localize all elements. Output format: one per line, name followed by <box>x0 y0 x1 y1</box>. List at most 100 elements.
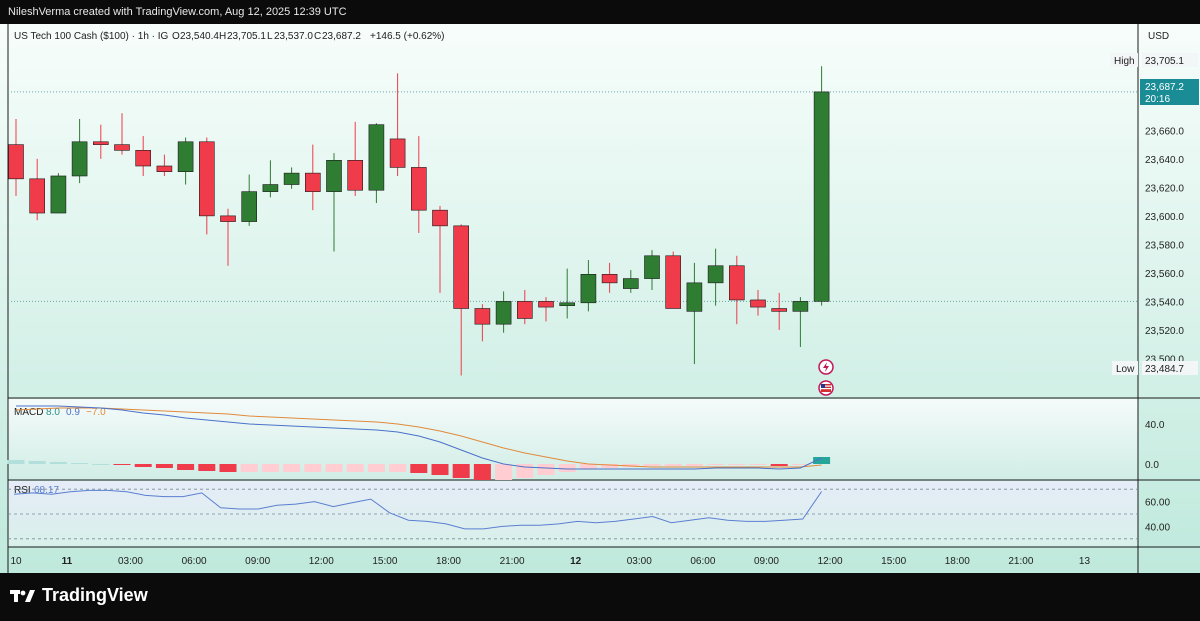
macd-histogram-bar <box>537 464 555 475</box>
time-tick-label: 09:00 <box>754 556 779 567</box>
lightning-event-icon[interactable] <box>818 359 834 375</box>
macd-histogram-bar <box>643 464 661 466</box>
macd-histogram-bar <box>431 464 449 475</box>
macd-histogram-bar <box>134 464 152 467</box>
last-price-marker: 23,687.2 20:16 <box>1140 79 1199 105</box>
price-tick-label: 23,660.0 <box>1145 126 1184 137</box>
macd-histogram-bar <box>389 464 407 472</box>
time-tick-label: 06:00 <box>690 556 715 567</box>
candle-body <box>622 278 639 289</box>
symbol-label: US Tech 100 Cash ($100) · 1h · IG <box>14 31 169 42</box>
candle-body <box>304 172 321 192</box>
price-tick-label: 23,620.0 <box>1145 183 1184 194</box>
candle-body <box>29 178 46 214</box>
macd-histogram-bar <box>28 461 46 464</box>
price-tick-label: 23,560.0 <box>1145 269 1184 280</box>
ohlc-o-value: 23,540.4 <box>180 31 219 42</box>
macd-histogram-bar <box>240 464 258 472</box>
macd-histogram-bar <box>346 464 364 472</box>
time-tick-label: 11 <box>62 556 73 567</box>
time-tick-label: 21:00 <box>500 556 525 567</box>
ohlc-c-label: C <box>314 31 321 42</box>
ohlc-change: +146.5 (+0.62%) <box>370 31 445 42</box>
macd-histogram-bar <box>473 464 491 480</box>
candle-body <box>410 167 427 211</box>
time-tick-label: 18:00 <box>436 556 461 567</box>
time-tick-label: 12:00 <box>818 556 843 567</box>
candle-body <box>601 274 618 284</box>
last-price-value: 23,687.2 <box>1145 82 1184 93</box>
macd-value-2: 0.9 <box>66 407 80 418</box>
macd-histogram-bar <box>71 463 89 464</box>
macd-histogram-bar <box>304 464 322 472</box>
chart-header: US Tech 100 Cash ($100) · 1h · IG O 23,5… <box>14 31 445 42</box>
us-flag-event-icon[interactable] <box>818 380 834 396</box>
candle-body <box>728 265 745 301</box>
macd-histogram-bar <box>155 464 173 468</box>
rsi-tick-label: 60.00 <box>1145 498 1170 509</box>
candle-body <box>750 299 766 308</box>
brand-name: TradingView <box>42 585 148 605</box>
low-value: 23,484.7 <box>1145 364 1184 375</box>
macd-histogram-bar <box>325 464 343 472</box>
price-tick-label: 23,580.0 <box>1145 240 1184 251</box>
time-tick-label: 09:00 <box>245 556 270 567</box>
candle-body <box>283 172 300 185</box>
candle-body <box>50 175 67 214</box>
time-tick-label: 12:00 <box>309 556 334 567</box>
macd-histogram-bar <box>707 464 725 465</box>
time-tick-label: 10 <box>10 556 22 567</box>
time-tick-label: 21:00 <box>1008 556 1033 567</box>
macd-tick-label: 40.0 <box>1145 420 1165 431</box>
top-credit-bar: NileshVerma created with TradingView.com… <box>0 0 1200 24</box>
time-tick-label: 12 <box>570 556 582 567</box>
time-tick-label: 03:00 <box>118 556 143 567</box>
price-tick-label: 23,600.0 <box>1145 212 1184 223</box>
last-price-timer: 20:16 <box>1145 94 1170 105</box>
candle-body <box>538 301 554 308</box>
macd-histogram-bar <box>410 464 428 473</box>
time-tick-label: 15:00 <box>881 556 906 567</box>
price-tick-label: 23,640.0 <box>1145 155 1184 166</box>
ohlc-h-label: H <box>219 31 226 42</box>
candle-body <box>580 274 597 304</box>
macd-histogram-bar <box>177 464 195 470</box>
ohlc-h-value: 23,705.1 <box>227 31 266 42</box>
candle-body <box>792 301 809 312</box>
tradingview-logo[interactable]: TradingView <box>10 585 148 606</box>
candle-body <box>665 255 682 309</box>
macd-histogram-bar <box>198 464 216 471</box>
high-marker: High 23,705.1 <box>1110 53 1198 67</box>
ohlc-l-label: L <box>267 31 273 42</box>
macd-histogram-bar <box>728 464 746 465</box>
low-tag: Low <box>1116 364 1135 375</box>
macd-histogram-bar <box>7 460 25 464</box>
candle-body <box>177 141 194 173</box>
candle-body <box>686 282 703 312</box>
candle-body <box>241 191 257 222</box>
price-tick-label: 23,520.0 <box>1145 326 1184 337</box>
candle-body <box>516 301 533 319</box>
macd-histogram-bar <box>495 464 513 480</box>
high-value: 23,705.1 <box>1145 56 1184 67</box>
candle-body <box>474 308 491 325</box>
ohlc-c-value: 23,687.2 <box>322 31 361 42</box>
macd-histogram-bar <box>749 464 767 465</box>
chart-frame[interactable]: US Tech 100 Cash ($100) · 1h · IG O 23,5… <box>0 24 1200 573</box>
chart-canvas[interactable]: US Tech 100 Cash ($100) · 1h · IG O 23,5… <box>0 24 1200 573</box>
macd-histogram-bar <box>113 464 131 465</box>
candle-body <box>707 265 724 284</box>
candle-body <box>453 225 470 309</box>
candle-body <box>199 141 215 217</box>
time-tick-label: 06:00 <box>182 556 207 567</box>
macd-histogram-bar <box>283 464 301 472</box>
macd-histogram-bar <box>261 464 279 472</box>
ohlc-l-value: 23,537.0 <box>274 31 313 42</box>
low-marker: Low 23,484.7 <box>1112 361 1198 375</box>
macd-histogram-bar <box>770 464 788 466</box>
macd-histogram-bar <box>452 464 470 478</box>
candle-body <box>220 215 236 222</box>
candle-body <box>389 138 406 168</box>
ohlc-o-label: O <box>172 31 180 42</box>
macd-histogram-bar <box>92 464 110 465</box>
